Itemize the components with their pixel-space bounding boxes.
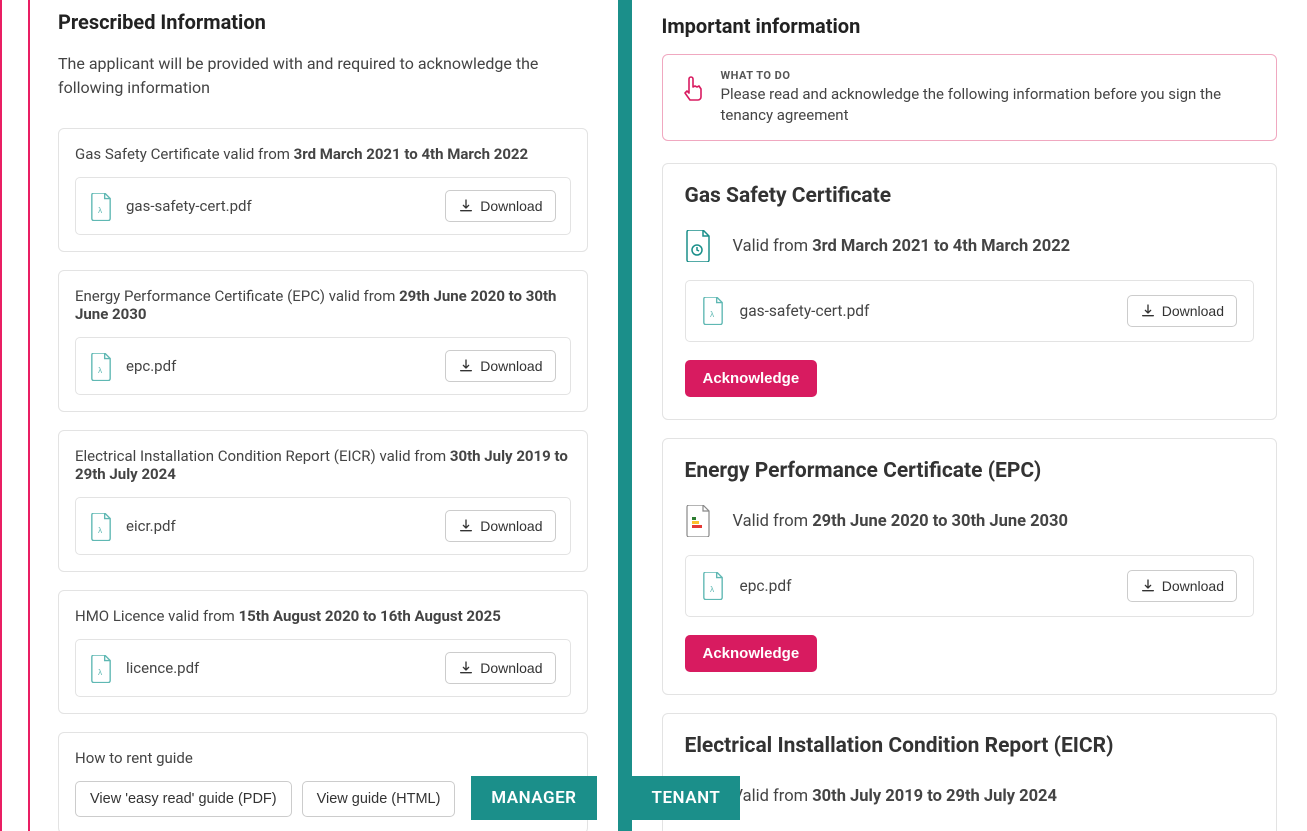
pdf-file-icon: λ <box>90 193 112 219</box>
svg-text:λ: λ <box>98 366 103 375</box>
download-button[interactable]: Download <box>445 510 555 542</box>
doc-card-gas: Gas Safety Certificate valid from 3rd Ma… <box>58 128 588 252</box>
download-button[interactable]: Download <box>1127 570 1237 602</box>
svg-text:λ: λ <box>98 668 103 677</box>
download-button[interactable]: Download <box>1127 295 1237 327</box>
valid-from-text: Valid from 30th July 2019 to 29th July 2… <box>733 787 1057 806</box>
prescribed-info-title: Prescribed Information <box>58 10 588 34</box>
pdf-file-icon: λ <box>90 513 112 539</box>
doc-label: Energy Performance Certificate (EPC) val… <box>75 287 571 323</box>
pointer-hand-icon <box>681 75 705 103</box>
doc-title: Gas Safety Certificate <box>685 184 1255 208</box>
tenant-doc-eicr: Electrical Installation Condition Report… <box>662 713 1278 831</box>
file-name: epc.pdf <box>126 357 431 375</box>
prescribed-info-intro: The applicant will be provided with and … <box>58 52 588 100</box>
tenant-doc-gas: Gas Safety Certificate Valid from 3rd Ma… <box>662 163 1278 420</box>
doc-label: HMO Licence valid from 15th August 2020 … <box>75 607 571 625</box>
doc-title: Energy Performance Certificate (EPC) <box>685 459 1255 483</box>
panel-divider <box>618 0 632 831</box>
doc-card-epc: Energy Performance Certificate (EPC) val… <box>58 270 588 412</box>
valid-from-text: Valid from 29th June 2020 to 30th June 2… <box>733 512 1068 531</box>
download-button[interactable]: Download <box>445 350 555 382</box>
tenant-role-badge: TENANT <box>632 776 741 820</box>
file-row: λ epc.pdf Download <box>685 555 1255 617</box>
tenant-doc-epc: Energy Performance Certificate (EPC) Val… <box>662 438 1278 695</box>
svg-text:λ: λ <box>98 526 103 535</box>
important-info-title: Important information <box>662 14 1278 38</box>
gas-cert-icon <box>685 230 711 262</box>
svg-text:λ: λ <box>710 585 715 594</box>
file-row: λ eicr.pdf Download <box>75 497 571 555</box>
pdf-file-icon: λ <box>90 353 112 379</box>
alert-text: Please read and acknowledge the followin… <box>721 84 1259 126</box>
doc-label: Electrical Installation Condition Report… <box>75 447 571 483</box>
doc-card-eicr: Electrical Installation Condition Report… <box>58 430 588 572</box>
file-name: gas-safety-cert.pdf <box>740 302 1111 320</box>
alert-label: WHAT TO DO <box>721 69 1259 82</box>
file-name: eicr.pdf <box>126 517 431 535</box>
view-easy-read-pdf-button[interactable]: View 'easy read' guide (PDF) <box>75 781 292 817</box>
file-name: licence.pdf <box>126 659 431 677</box>
file-row: λ gas-safety-cert.pdf Download <box>685 280 1255 342</box>
file-row: λ epc.pdf Download <box>75 337 571 395</box>
file-name: epc.pdf <box>740 577 1111 595</box>
doc-label: Gas Safety Certificate valid from 3rd Ma… <box>75 145 571 163</box>
doc-card-hmo: HMO Licence valid from 15th August 2020 … <box>58 590 588 714</box>
manager-panel: Prescribed Information The applicant wil… <box>0 0 618 831</box>
what-to-do-alert: WHAT TO DO Please read and acknowledge t… <box>662 54 1278 141</box>
svg-text:λ: λ <box>710 310 715 319</box>
view-guide-html-button[interactable]: View guide (HTML) <box>302 781 456 817</box>
valid-from-text: Valid from 3rd March 2021 to 4th March 2… <box>733 237 1071 256</box>
pdf-file-icon: λ <box>702 297 724 325</box>
file-row: λ gas-safety-cert.pdf Download <box>75 177 571 235</box>
svg-text:λ: λ <box>98 206 103 215</box>
manager-role-badge: MANAGER <box>471 776 596 820</box>
guide-label: How to rent guide <box>75 749 571 767</box>
file-name: gas-safety-cert.pdf <box>126 197 431 215</box>
file-row: λ licence.pdf Download <box>75 639 571 697</box>
download-button[interactable]: Download <box>445 190 555 222</box>
pdf-file-icon: λ <box>90 655 112 681</box>
tenant-panel: Important information WHAT TO DO Please … <box>632 0 1307 831</box>
pdf-file-icon: λ <box>702 572 724 600</box>
acknowledge-button[interactable]: Acknowledge <box>685 360 818 397</box>
epc-cert-icon <box>685 505 711 537</box>
download-button[interactable]: Download <box>445 652 555 684</box>
doc-title: Electrical Installation Condition Report… <box>685 734 1255 758</box>
acknowledge-button[interactable]: Acknowledge <box>685 635 818 672</box>
